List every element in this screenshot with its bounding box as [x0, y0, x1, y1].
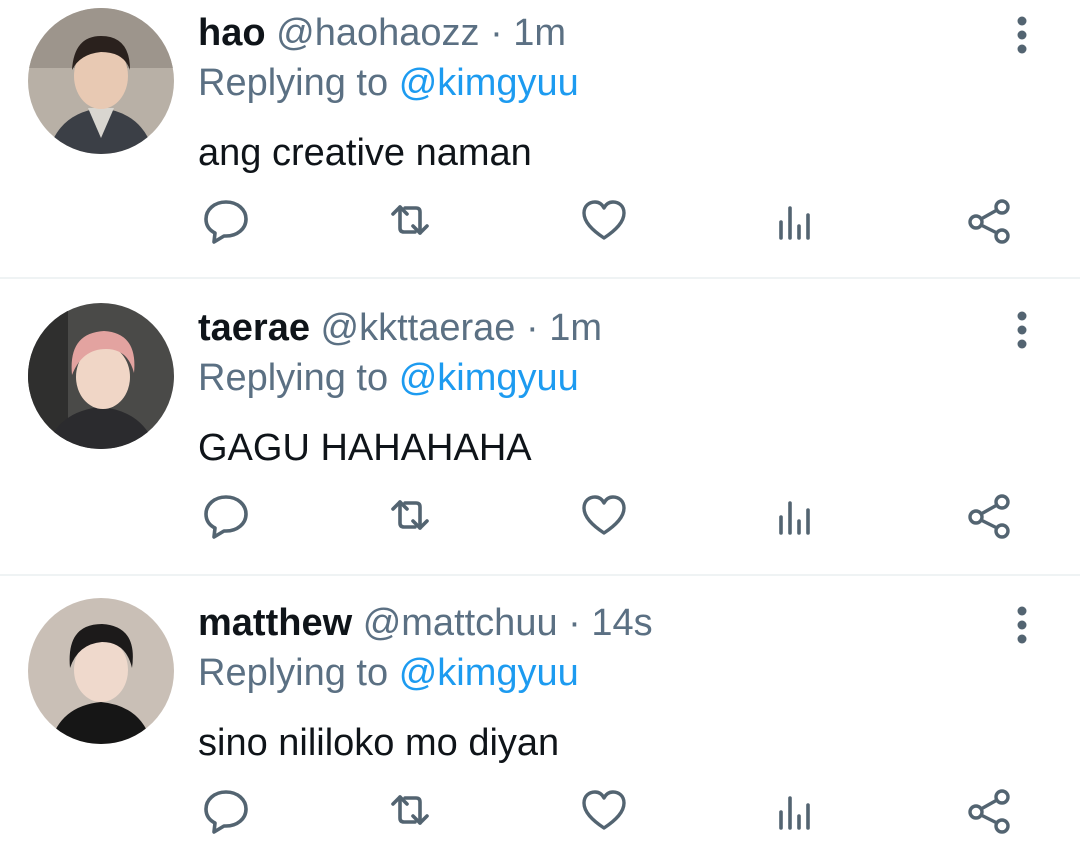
replying-to-line: Replying to @kimgyuu	[198, 648, 579, 698]
like-button[interactable]	[574, 780, 634, 840]
display-name[interactable]: matthew	[198, 602, 352, 644]
analytics-icon	[779, 796, 810, 830]
mention-link[interactable]: @kimgyuu	[399, 652, 579, 694]
mention-link[interactable]: @kimgyuu	[399, 62, 579, 104]
replying-to-label: Replying to	[198, 652, 389, 694]
like-icon	[582, 790, 626, 830]
more-vertical-icon	[1017, 311, 1027, 349]
more-options-button[interactable]	[1004, 12, 1040, 58]
more-options-button[interactable]	[1004, 602, 1040, 648]
retweet-button[interactable]	[380, 780, 440, 840]
more-vertical-icon	[1017, 606, 1027, 644]
reply-feed: hao @haohaozz · 1m Replying to @kimgyuu …	[0, 0, 1080, 867]
like-icon	[582, 200, 626, 240]
share-button[interactable]	[960, 780, 1020, 840]
share-button[interactable]	[960, 190, 1020, 250]
reply-tweet[interactable]: hao @haohaozz · 1m Replying to @kimgyuu …	[0, 0, 1080, 279]
retweet-button[interactable]	[380, 485, 440, 545]
timestamp[interactable]: 14s	[591, 602, 652, 644]
display-name[interactable]: hao	[198, 12, 266, 54]
divider	[0, 277, 1080, 279]
replying-to-line: Replying to @kimgyuu	[198, 353, 579, 403]
user-handle[interactable]: @mattchuu	[363, 602, 558, 644]
separator-dot: ·	[490, 12, 503, 54]
retweet-icon	[391, 500, 429, 530]
replying-to-label: Replying to	[198, 62, 389, 104]
share-icon	[968, 199, 1010, 244]
user-handle[interactable]: @kkttaerae	[321, 307, 516, 349]
separator-dot: ·	[568, 602, 581, 644]
tweet-text: sino nililoko mo diyan	[198, 722, 560, 764]
analytics-button[interactable]	[766, 485, 826, 545]
tweet-header: matthew @mattchuu · 14s	[198, 598, 653, 648]
more-options-button[interactable]	[1004, 307, 1040, 353]
avatar[interactable]	[28, 598, 174, 744]
timestamp[interactable]: 1m	[513, 12, 566, 54]
retweet-icon	[391, 795, 429, 825]
reply-button[interactable]	[196, 190, 256, 250]
reply-button[interactable]	[196, 485, 256, 545]
like-button[interactable]	[574, 190, 634, 250]
reply-tweet[interactable]: taerae @kkttaerae · 1m Replying to @kimg…	[0, 295, 1080, 576]
more-vertical-icon	[1017, 16, 1027, 54]
user-handle[interactable]: @haohaozz	[276, 12, 479, 54]
analytics-icon	[779, 206, 810, 240]
reply-icon	[204, 790, 248, 834]
avatar[interactable]	[28, 8, 174, 154]
display-name[interactable]: taerae	[198, 307, 310, 349]
avatar[interactable]	[28, 303, 174, 449]
analytics-button[interactable]	[766, 190, 826, 250]
tweet-header: taerae @kkttaerae · 1m	[198, 303, 602, 353]
separator-dot: ·	[526, 307, 539, 349]
tweet-text: GAGU HAHAHAHA	[198, 427, 532, 469]
reply-icon	[204, 200, 248, 244]
share-icon	[968, 494, 1010, 539]
replying-to-line: Replying to @kimgyuu	[198, 58, 579, 108]
reply-button[interactable]	[196, 780, 256, 840]
reply-icon	[204, 495, 248, 539]
share-button[interactable]	[960, 485, 1020, 545]
timestamp[interactable]: 1m	[549, 307, 602, 349]
like-icon	[582, 495, 626, 535]
tweet-text: ang creative naman	[198, 132, 532, 174]
divider	[0, 574, 1080, 576]
mention-link[interactable]: @kimgyuu	[399, 357, 579, 399]
tweet-header: hao @haohaozz · 1m	[198, 8, 566, 58]
retweet-icon	[391, 205, 429, 235]
analytics-icon	[779, 501, 810, 535]
share-icon	[968, 789, 1010, 834]
replying-to-label: Replying to	[198, 357, 389, 399]
retweet-button[interactable]	[380, 190, 440, 250]
like-button[interactable]	[574, 485, 634, 545]
reply-tweet[interactable]: matthew @mattchuu · 14s Replying to @kim…	[0, 590, 1080, 867]
analytics-button[interactable]	[766, 780, 826, 840]
